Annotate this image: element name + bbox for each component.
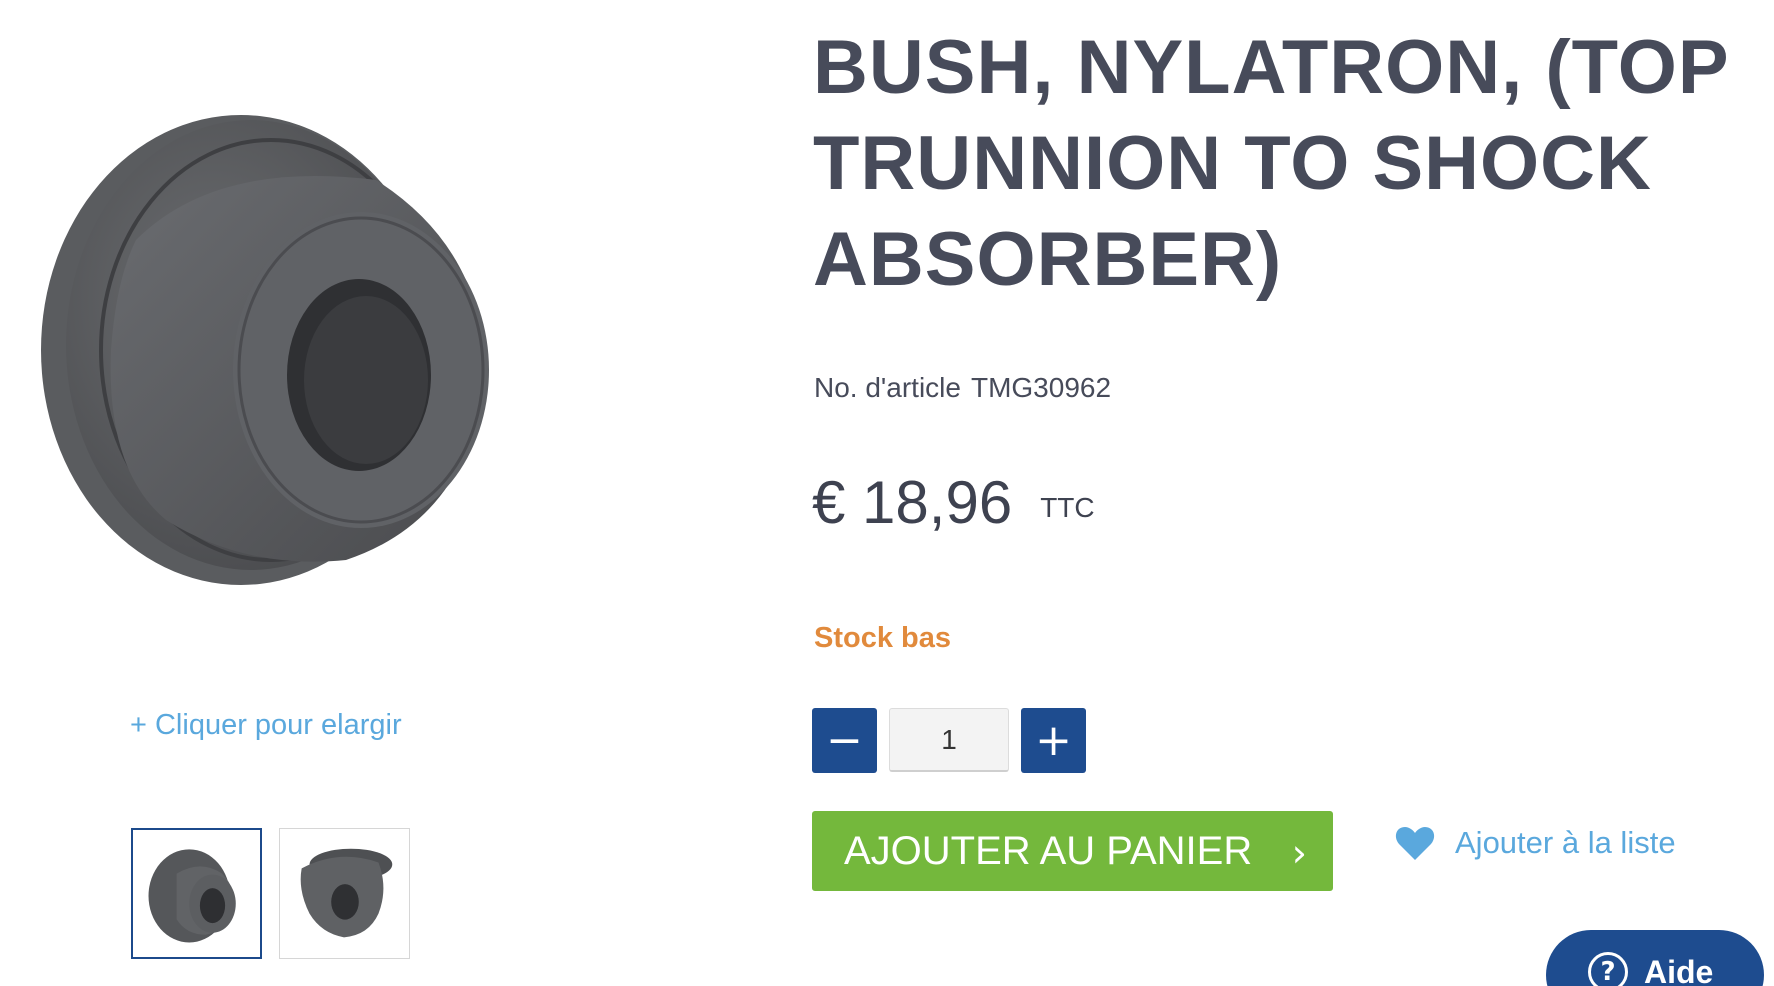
add-to-cart-label: AJOUTER AU PANIER — [844, 828, 1253, 873]
article-number: No. d'article TMG30962 — [814, 372, 1111, 404]
price: € 18,96 — [812, 469, 1013, 536]
stock-status: Stock bas — [814, 622, 951, 654]
product-page: + Cliquer pour elargir BUSH, NYLATRON, (… — [0, 0, 1774, 986]
product-title: BUSH, NYLATRON, (TOP TRUNNION TO SHOCK A… — [813, 25, 1729, 302]
thumbnail-1[interactable] — [131, 828, 262, 959]
help-label: Aide — [1644, 954, 1714, 986]
article-number-value: TMG30962 — [970, 372, 1112, 403]
bushing-thumbnail-icon — [148, 849, 236, 943]
enlarge-image-link[interactable]: + Cliquer pour elargir — [130, 709, 402, 742]
thumbnail-2[interactable] — [279, 828, 410, 959]
heart-icon — [1395, 827, 1435, 860]
help-button[interactable]: ? Aide — [1546, 930, 1764, 986]
main-product-image[interactable] — [16, 50, 536, 585]
question-icon: ? — [1588, 952, 1628, 986]
chevron-right-icon: › — [1291, 831, 1307, 875]
bushing-thumbnail-icon — [300, 848, 393, 938]
quantity-input[interactable] — [889, 708, 1009, 772]
add-to-list-link[interactable]: Ajouter à la liste — [1395, 825, 1676, 861]
add-to-list-label: Ajouter à la liste — [1455, 825, 1676, 860]
quantity-increase-button[interactable]: + — [1021, 708, 1086, 773]
quantity-decrease-button[interactable]: − — [812, 708, 877, 773]
bushing-image-icon — [41, 115, 489, 585]
add-to-cart-button[interactable]: AJOUTER AU PANIER › — [812, 811, 1333, 891]
price-tax-suffix: TTC — [1040, 492, 1095, 523]
article-number-label: No. d'article — [814, 372, 961, 403]
price-row: € 18,96 TTC — [812, 468, 1095, 537]
